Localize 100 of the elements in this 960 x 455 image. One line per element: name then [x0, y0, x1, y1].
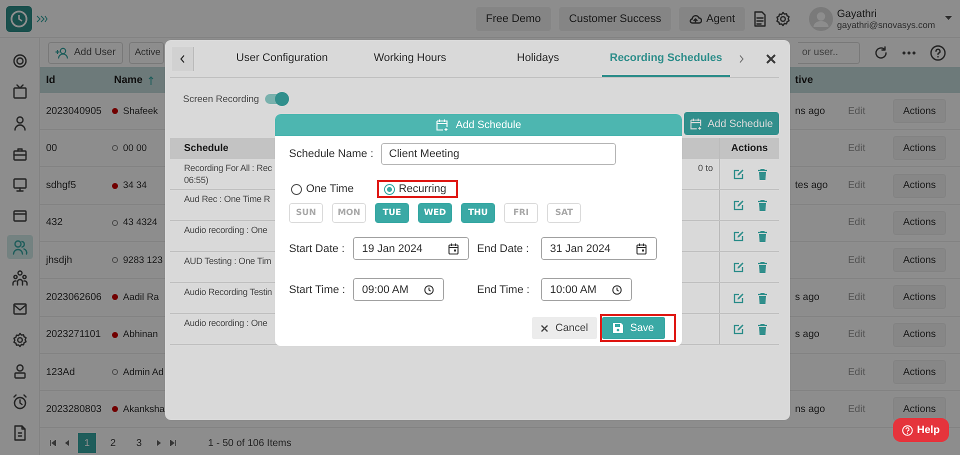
- trash-icon[interactable]: [758, 262, 766, 272]
- more-icon[interactable]: [902, 50, 916, 55]
- table-cell: Admin Ad: [123, 366, 164, 378]
- actions-button[interactable]: Actions: [893, 360, 946, 384]
- refresh-icon[interactable]: [874, 46, 888, 60]
- actions-button[interactable]: Actions: [893, 136, 946, 160]
- actions-button[interactable]: Actions: [893, 99, 946, 124]
- add-schedule-button[interactable]: Add Schedule: [684, 112, 779, 135]
- person-badge-icon: [12, 363, 28, 379]
- clock-icon: [424, 284, 434, 294]
- input-field[interactable]: Client Meeting: [381, 143, 616, 165]
- table-cell-text: Audio Recording Testin: [184, 287, 273, 297]
- header-button[interactable]: Customer Success: [558, 6, 672, 30]
- time-field[interactable]: 09:00 AM: [353, 278, 444, 301]
- add-user-button[interactable]: Add User: [48, 42, 123, 64]
- logo-icon: [6, 6, 32, 32]
- close-button[interactable]: [766, 54, 776, 64]
- table-cell-text: Aud Rec : One Time R: [184, 194, 272, 204]
- table-cell-text: 00: [45, 142, 58, 154]
- actions-button[interactable]: Actions: [893, 285, 946, 310]
- tab[interactable]: User Configuration: [218, 40, 346, 76]
- filter-button[interactable]: Active: [128, 42, 164, 64]
- edit-icon[interactable]: [732, 324, 744, 334]
- table-cell-text: 2023271101: [45, 329, 102, 340]
- table-cell: Abhinan: [123, 329, 158, 340]
- help-icon: [902, 424, 913, 436]
- day-toggle[interactable]: SAT: [547, 203, 581, 223]
- table-cell-text: tes ago: [794, 180, 829, 192]
- briefcase-icon: [12, 146, 28, 162]
- toggle-switch[interactable]: [265, 94, 288, 104]
- table-cell-text: Audio recording : One: [184, 318, 268, 328]
- agent-button[interactable]: Agent: [679, 6, 745, 30]
- day-toggle[interactable]: TUE: [375, 203, 409, 223]
- target-icon: [12, 53, 28, 69]
- table-cell-text: Recording For All : Rec: [184, 163, 273, 173]
- expand-icon[interactable]: [36, 14, 48, 22]
- page-button[interactable]: 3: [130, 433, 148, 454]
- tab[interactable]: Holidays: [474, 40, 602, 76]
- caret-icon[interactable]: [945, 16, 952, 21]
- edit-icon[interactable]: [732, 200, 744, 210]
- actions-button[interactable]: Actions: [893, 248, 946, 272]
- cancel-button[interactable]: Cancel: [532, 317, 598, 339]
- date-field[interactable]: 19 Jan 2024: [353, 237, 469, 260]
- next-page-icon[interactable]: [156, 440, 162, 446]
- field-label: Schedule Name :: [289, 148, 374, 160]
- help-icon[interactable]: [930, 44, 946, 61]
- edit-icon[interactable]: [732, 168, 744, 180]
- first-page-icon[interactable]: [50, 440, 56, 446]
- trash-icon[interactable]: [758, 324, 766, 334]
- settings-icon: [12, 332, 28, 348]
- back-button[interactable]: [172, 46, 194, 70]
- trash-icon[interactable]: [758, 200, 766, 210]
- previous-page-icon[interactable]: [64, 440, 70, 446]
- day-toggle[interactable]: THU: [461, 203, 495, 223]
- table-cell: Shafeek: [123, 106, 158, 117]
- document-icon[interactable]: [753, 10, 767, 26]
- table-cell: Akanksha: [123, 404, 165, 415]
- page-summary: 1 - 50 of 106 Items: [208, 438, 292, 449]
- edit-icon[interactable]: [732, 262, 744, 272]
- edit-icon[interactable]: [732, 230, 744, 242]
- help-button[interactable]: Help: [893, 418, 949, 442]
- time-field[interactable]: 10:00 AM: [541, 278, 632, 301]
- search-field[interactable]: or user..: [798, 42, 860, 64]
- user-plus-icon: [55, 46, 69, 59]
- edit-icon[interactable]: [732, 292, 744, 304]
- settings-icon[interactable]: [775, 10, 791, 26]
- invoice-icon: [12, 425, 28, 441]
- actions-button[interactable]: Actions: [893, 210, 946, 235]
- table-cell: 00 00: [123, 142, 147, 154]
- tab[interactable]: Recording Schedules: [602, 40, 730, 76]
- header-button[interactable]: Free Demo: [476, 6, 551, 30]
- table-cell-text: ns ago: [794, 106, 826, 117]
- save-button[interactable]: Save: [602, 317, 665, 339]
- card-icon: [12, 208, 28, 224]
- field-label: Start Time :: [289, 284, 346, 296]
- radio-option[interactable]: Recurring: [384, 183, 446, 195]
- sidebar-item[interactable]: [6, 235, 32, 259]
- day-toggle[interactable]: SUN: [289, 203, 323, 223]
- trash-icon[interactable]: [758, 292, 766, 304]
- date-field[interactable]: 31 Jan 2024: [541, 237, 657, 260]
- actions-button[interactable]: Actions: [893, 322, 946, 347]
- tab[interactable]: Working Hours: [346, 40, 474, 76]
- team-icon: [12, 270, 28, 286]
- last-page-icon[interactable]: [170, 440, 176, 446]
- day-toggle[interactable]: FRI: [504, 203, 538, 223]
- trash-icon[interactable]: [758, 168, 766, 180]
- column-header: Actions: [731, 143, 768, 154]
- day-toggle[interactable]: MON: [332, 203, 366, 223]
- table-cell-text: sdhgf5: [45, 180, 78, 192]
- radio-option[interactable]: One Time: [291, 183, 354, 195]
- table-cell-text: Audio recording : One: [184, 225, 268, 235]
- monitor-icon: [12, 177, 28, 193]
- trash-icon[interactable]: [758, 230, 766, 242]
- calendar-plus-icon: [690, 118, 702, 130]
- table-cell-text: jhsdjh: [44, 254, 74, 266]
- day-toggle[interactable]: WED: [418, 203, 452, 223]
- page-button[interactable]: 2: [104, 433, 122, 454]
- table-cell-text: 2023040905: [45, 106, 103, 117]
- field-label: End Time :: [477, 284, 531, 296]
- actions-button[interactable]: Actions: [893, 174, 946, 198]
